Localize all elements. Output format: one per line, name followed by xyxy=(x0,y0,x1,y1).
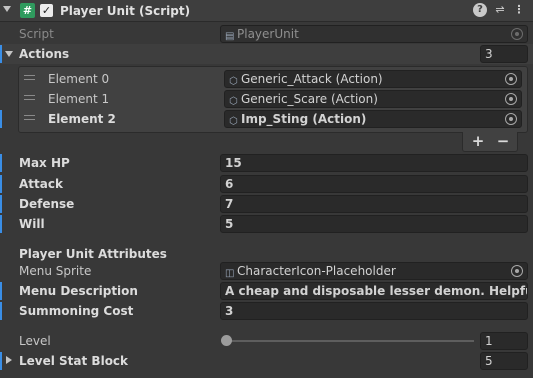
list-item: Element 0 ⬡ Generic_Attack (Action) xyxy=(0,69,533,89)
attack-row: Attack 6 xyxy=(0,174,533,194)
list-add-remove-footer: + − xyxy=(462,132,518,152)
menu-sprite-label: Menu Sprite xyxy=(19,264,92,278)
script-row: Script ▤ PlayerUnit xyxy=(0,24,533,44)
level-stat-block-label: Level Stat Block xyxy=(19,354,129,368)
modified-marker xyxy=(0,154,2,172)
will-label: Will xyxy=(19,217,45,231)
element-label: Element 1 xyxy=(48,92,110,106)
object-picker-icon[interactable] xyxy=(505,73,517,85)
script-field: ▤ PlayerUnit xyxy=(220,25,528,43)
actions-size-field[interactable]: 3 xyxy=(480,45,528,63)
object-picker-icon[interactable] xyxy=(505,113,517,125)
script-value: PlayerUnit xyxy=(237,27,299,41)
fold-arrow-icon[interactable] xyxy=(3,6,11,12)
scriptable-object-icon: ⬡ xyxy=(229,116,238,127)
modified-marker xyxy=(0,302,2,320)
remove-element-button[interactable]: − xyxy=(493,132,513,150)
level-row: Level 1 xyxy=(0,331,533,351)
menu-sprite-value: CharacterIcon-Placeholder xyxy=(237,264,396,278)
modified-marker xyxy=(0,45,2,63)
add-element-button[interactable]: + xyxy=(468,132,488,150)
max-hp-field[interactable]: 15 xyxy=(220,154,528,172)
actions-fold-arrow-icon[interactable] xyxy=(5,51,13,57)
modified-marker xyxy=(0,215,2,233)
level-stat-block-fold-icon[interactable] xyxy=(6,356,12,364)
sprite-icon: ◫ xyxy=(225,268,235,279)
modified-marker xyxy=(0,282,2,300)
object-picker-icon[interactable] xyxy=(511,265,523,277)
attack-field[interactable]: 6 xyxy=(220,175,528,193)
level-value-field[interactable]: 1 xyxy=(480,332,528,350)
will-row: Will 5 xyxy=(0,214,533,234)
object-picker-icon xyxy=(511,28,523,40)
element-label: Element 2 xyxy=(48,112,116,126)
csharp-script-icon: # xyxy=(20,3,35,18)
list-item: Element 1 ⬡ Generic_Scare (Action) xyxy=(0,89,533,109)
element-object-field[interactable]: ⬡ Generic_Scare (Action) xyxy=(224,90,522,108)
menu-sprite-row: Menu Sprite ◫ CharacterIcon-Placeholder xyxy=(0,261,533,281)
element-object-field[interactable]: ⬡ Generic_Attack (Action) xyxy=(224,70,522,88)
more-icon[interactable]: ⋮ xyxy=(512,3,526,17)
element-value: Generic_Scare (Action) xyxy=(241,92,378,106)
component-title: Player Unit (Script) xyxy=(60,4,191,18)
defense-field[interactable]: 7 xyxy=(220,195,528,213)
element-value: Imp_Sting (Action) xyxy=(241,112,367,126)
modified-marker xyxy=(0,352,2,370)
level-slider-thumb[interactable] xyxy=(220,335,232,346)
scriptable-object-icon: ⬡ xyxy=(229,76,238,87)
actions-label: Actions xyxy=(19,47,70,61)
element-object-field[interactable]: ⬡ Imp_Sting (Action) xyxy=(224,110,522,128)
help-icon[interactable]: ? xyxy=(473,3,487,17)
component-header: # ✓ Player Unit (Script) ? ⇌ ⋮ xyxy=(0,0,533,22)
level-stat-block-row[interactable]: Level Stat Block 5 xyxy=(0,351,533,371)
defense-row: Defense 7 xyxy=(0,194,533,214)
list-item: Element 2 ⬡ Imp_Sting (Action) xyxy=(0,109,533,129)
drag-handle-icon[interactable] xyxy=(24,95,35,100)
max-hp-label: Max HP xyxy=(19,156,70,170)
menu-description-label: Menu Description xyxy=(19,284,138,298)
will-field[interactable]: 5 xyxy=(220,215,528,233)
modified-marker xyxy=(0,110,2,128)
summoning-cost-label: Summoning Cost xyxy=(19,304,134,318)
defense-label: Defense xyxy=(19,197,75,211)
enable-component-checkbox[interactable]: ✓ xyxy=(40,4,53,17)
summoning-cost-field[interactable]: 3 xyxy=(220,302,528,320)
scriptable-object-icon: ⬡ xyxy=(229,96,238,107)
script-file-icon: ▤ xyxy=(225,31,235,42)
presets-icon[interactable]: ⇌ xyxy=(493,3,507,17)
script-label: Script xyxy=(19,27,54,41)
level-stat-block-size-field[interactable]: 5 xyxy=(480,352,528,370)
menu-sprite-field[interactable]: ◫ CharacterIcon-Placeholder xyxy=(220,262,528,280)
menu-description-row: Menu Description A cheap and disposable … xyxy=(0,281,533,301)
summoning-cost-row: Summoning Cost 3 xyxy=(0,301,533,321)
element-label: Element 0 xyxy=(48,72,110,86)
attack-label: Attack xyxy=(19,177,63,191)
attributes-heading: Player Unit Attributes xyxy=(19,247,167,261)
modified-marker xyxy=(0,195,2,213)
modified-marker xyxy=(0,175,2,193)
level-label: Level xyxy=(19,334,51,348)
object-picker-icon[interactable] xyxy=(505,93,517,105)
actions-foldout[interactable]: Actions 3 xyxy=(0,44,533,64)
level-slider-track[interactable] xyxy=(226,340,474,342)
drag-handle-icon[interactable] xyxy=(24,75,35,80)
max-hp-row: Max HP 15 xyxy=(0,153,533,173)
drag-handle-icon[interactable] xyxy=(24,115,35,120)
element-value: Generic_Attack (Action) xyxy=(241,72,383,86)
menu-description-field[interactable]: A cheap and disposable lesser demon. Hel… xyxy=(220,282,528,300)
